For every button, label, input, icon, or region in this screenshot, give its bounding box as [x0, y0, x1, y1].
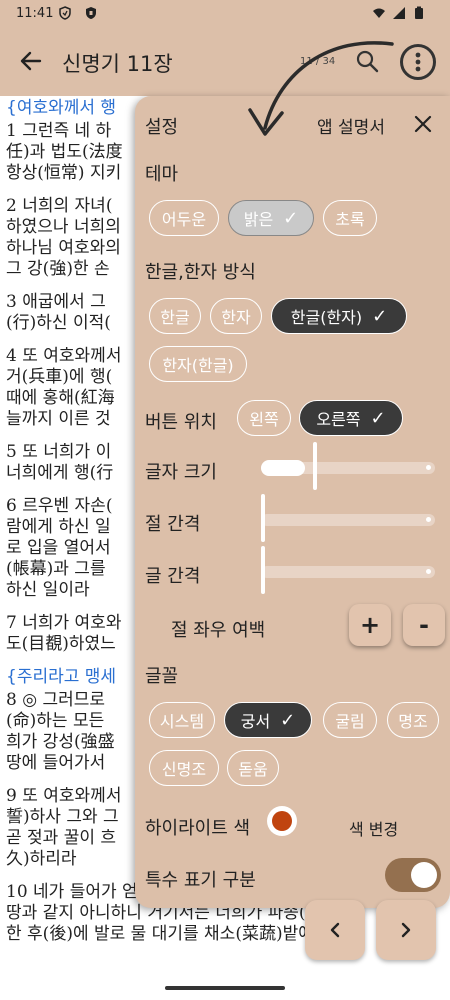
line-spacing-label: 글 간격 [145, 566, 201, 587]
margin-label: 절 좌우 여백 [171, 620, 266, 641]
gesture-bar [0, 976, 450, 1000]
font-option-system[interactable]: 시스템 [149, 702, 215, 738]
font-option-dotum[interactable]: 돋움 [227, 750, 279, 786]
status-time: 11:41 [16, 6, 54, 21]
font-size-slider[interactable] [261, 442, 435, 490]
script-option-hangul[interactable]: 한글 [149, 298, 201, 334]
more-options-button[interactable] [400, 44, 436, 80]
help-link[interactable]: 앱 설명서 [317, 113, 385, 138]
special-marks-toggle[interactable] [385, 858, 441, 892]
chevron-left-icon [330, 922, 340, 938]
check-icon: ✓ [283, 207, 299, 229]
script-option-hanja-hangul[interactable]: 한자(한글) [149, 346, 247, 382]
font-label: 글꼴 [145, 666, 179, 687]
search-icon[interactable] [354, 48, 380, 74]
slider-thumb[interactable] [261, 494, 265, 542]
slider-thumb[interactable] [261, 546, 265, 594]
status-bar: 11:41 [0, 0, 450, 28]
vpn-shield-icon [59, 6, 71, 20]
verse-spacing-label: 절 간격 [145, 514, 201, 535]
slider-fill [261, 460, 305, 476]
home-indicator[interactable] [165, 986, 285, 990]
chevron-right-icon [401, 922, 411, 938]
settings-title: 설정 [145, 117, 179, 138]
check-icon: ✓ [280, 709, 296, 731]
script-option-hanja[interactable]: 한자 [210, 298, 262, 334]
theme-option-green[interactable]: 초록 [323, 200, 377, 236]
font-option-myeongjo[interactable]: 명조 [387, 702, 439, 738]
close-icon[interactable] [413, 114, 433, 134]
signal-icon [393, 7, 405, 19]
highlight-color-fill [272, 811, 292, 831]
theme-option-light[interactable]: 밝은 ✓ [228, 200, 314, 236]
page-title: 신명기 11장 [62, 52, 173, 76]
script-option-hangul-hanja[interactable]: 한글(한자) ✓ [271, 298, 407, 334]
button-position-label: 버튼 위치 [145, 412, 217, 433]
button-position-left[interactable]: 왼쪽 [237, 400, 291, 436]
line-spacing-slider[interactable] [261, 546, 435, 594]
more-vert-icon [415, 52, 421, 72]
prev-page-button[interactable] [305, 900, 365, 960]
font-size-label: 글자 크기 [145, 462, 217, 483]
font-option-sinmyeongjo[interactable]: 신명조 [149, 750, 219, 786]
check-icon: ✓ [372, 305, 388, 327]
next-page-button[interactable] [376, 900, 436, 960]
verse-spacing-slider[interactable] [261, 494, 435, 542]
button-position-right[interactable]: 오른쪽 ✓ [299, 400, 403, 436]
back-arrow-icon[interactable] [18, 48, 44, 74]
theme-label: 테마 [145, 164, 179, 185]
wifi-icon [373, 8, 385, 18]
security-shield-icon [86, 7, 96, 19]
margin-plus-button[interactable]: + [349, 604, 391, 646]
highlight-color-swatch[interactable] [267, 806, 297, 836]
app-bar: 신명기 11장 11 / 34 [0, 28, 450, 96]
change-color-button[interactable]: 색 변경 [349, 816, 398, 840]
font-option-gulim[interactable]: 굴림 [323, 702, 377, 738]
battery-icon [415, 6, 423, 19]
margin-minus-button[interactable]: - [403, 604, 445, 646]
highlight-color-label: 하이라이트 색 [145, 818, 251, 839]
slider-thumb[interactable] [313, 442, 317, 490]
special-marks-label: 특수 표기 구분 [145, 870, 256, 891]
page-count: 11 / 34 [300, 56, 336, 67]
check-icon: ✓ [370, 407, 386, 429]
toggle-knob [411, 862, 437, 888]
settings-panel: 설정 앱 설명서 테마 어두운 밝은 ✓ 초록 한글,한자 방식 한글 한자 한글… [135, 96, 450, 908]
theme-option-dark[interactable]: 어두운 [149, 200, 219, 236]
script-label: 한글,한자 방식 [145, 262, 256, 283]
font-option-gungseo[interactable]: 궁서 ✓ [224, 702, 312, 738]
